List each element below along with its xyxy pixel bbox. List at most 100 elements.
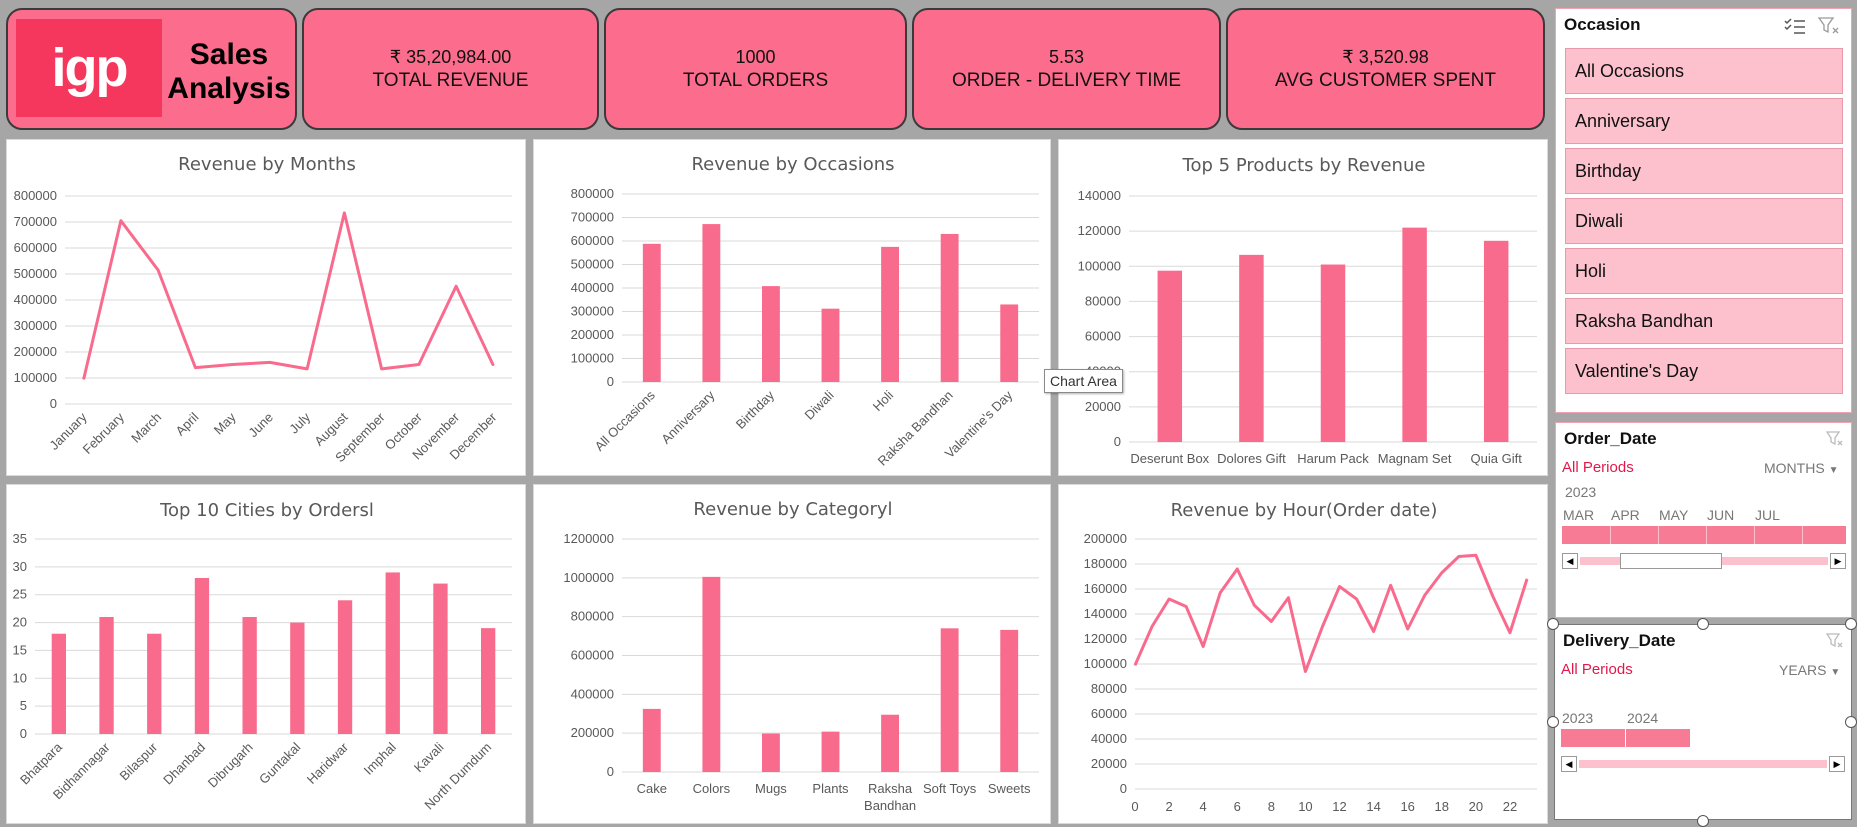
y-tick-label: 40000 [1091,731,1127,746]
delivery-date-scrollbar[interactable]: ◀ ▶ [1561,756,1845,772]
y-tick-label: 1200000 [563,531,614,546]
y-tick-label: 0 [607,374,614,389]
y-tick-label: 400000 [571,280,614,295]
title-line2: Analysis [167,72,291,105]
x-tick-label: Mugs [755,781,787,796]
scroll-left-arrow-icon[interactable]: ◀ [1562,553,1578,569]
bar [1483,240,1509,442]
delivery-year-bar-2023[interactable] [1561,729,1625,747]
delivery-date-level-dropdown[interactable]: YEARS ▼ [1779,662,1840,678]
scroll-left-arrow-icon[interactable]: ◀ [1561,756,1577,772]
data-point [1202,646,1204,647]
x-tick-label: February [80,409,128,457]
y-tick-label: 120000 [1078,223,1121,238]
scroll-right-arrow-icon[interactable]: ▶ [1830,553,1846,569]
occasion-item[interactable]: All Occasions [1565,48,1843,94]
bar [881,714,900,772]
occasion-item[interactable]: Holi [1565,248,1843,294]
y-tick-label: 200000 [14,344,57,359]
x-tick-label: 22 [1503,799,1517,814]
month-label: JUL [1755,507,1780,523]
order-date-bar[interactable] [1562,526,1846,544]
delivery-date-timeline[interactable]: Delivery_Date All Periods YEARS ▼ 2023 2… [1554,624,1852,820]
clear-filter-icon[interactable] [1825,431,1844,452]
occasion-item[interactable]: Raksha Bandhan [1565,298,1843,344]
y-tick-label: 5 [20,698,27,713]
scroll-track [1579,760,1827,768]
scroll-thumb[interactable] [1620,553,1722,569]
order-date-scrollbar[interactable]: ◀ ▶ [1562,553,1846,569]
bar [761,286,780,382]
bar [51,633,67,734]
x-tick-label: 20 [1469,799,1483,814]
multi-select-icon[interactable] [1784,17,1806,40]
order-date-level-dropdown[interactable]: MONTHS ▼ [1764,460,1838,476]
y-tick-label: 15 [13,642,27,657]
chart-top-cities[interactable]: Top 10 Cities by Ordersl 0 5 10 15 20 25 30 35 Bh… [6,484,526,824]
chevron-down-icon: ▼ [1828,465,1839,476]
bar [1000,629,1019,772]
y-tick-label: 140000 [1084,606,1127,621]
scroll-right-arrow-icon[interactable]: ▶ [1829,756,1845,772]
logo-text: igp [51,38,129,98]
y-tick-label: 80000 [1085,293,1121,308]
bar [702,224,721,382]
chart-revenue-by-months[interactable]: Revenue by Months 0 100000 200000 300000 4000… [6,139,526,476]
x-tick-label: Birthday [733,387,778,432]
data-point [194,367,196,369]
chart-revenue-by-occasions[interactable]: Revenue by Occasions 0 100000 200000 300000 4… [533,139,1051,476]
y-tick-label: 300000 [14,318,57,333]
x-tick-label: June [245,410,276,441]
occasion-item[interactable]: Valentine's Day [1565,348,1843,394]
bar [642,708,661,772]
x-tick-label: Guntakal [256,739,303,786]
order-date-period-label: All Periods [1562,459,1634,476]
resize-handle[interactable] [1547,618,1559,630]
y-tick-label: 400000 [571,686,614,701]
y-tick-label: 800000 [571,609,614,624]
data-point [1356,598,1358,600]
kpi-value: ₹ 35,20,984.00 [389,46,512,67]
resize-handle[interactable] [1845,618,1857,630]
occasion-item[interactable]: Diwali [1565,198,1843,244]
month-divider [1802,526,1803,544]
x-tick-label: 16 [1400,799,1414,814]
y-tick-label: 100000 [1084,656,1127,671]
title-line1: Sales [189,38,269,71]
chart-top-products[interactable]: Top 5 Products by Revenue020000400006000… [1058,139,1548,476]
revenue-by-hour-svg: Revenue by Hour(Order date)0200004000060… [1084,500,1537,814]
delivery-year-bar-2024[interactable] [1626,729,1690,747]
chart-revenue-by-category[interactable]: Revenue by Categoryl 0 200000 400000 600000 8… [533,484,1051,824]
occasion-item[interactable]: Birthday [1565,148,1843,194]
y-tick-label: 0 [20,726,27,741]
resize-handle[interactable] [1697,815,1709,827]
bar [433,583,448,734]
data-point [1270,621,1272,622]
bar [881,246,900,382]
bar [1239,254,1264,442]
resize-handle[interactable] [1547,716,1559,728]
y-tick-label: 500000 [571,257,614,272]
data-point [232,363,234,365]
data-point [492,365,494,367]
bar [242,617,257,734]
bar [1402,227,1427,442]
x-tick-label: Haridwar [304,739,352,787]
delivery-date-period-label: All Periods [1561,661,1633,678]
occasion-item[interactable]: Anniversary [1565,98,1843,144]
order-date-title: Order_Date [1564,429,1657,448]
resize-handle[interactable] [1697,618,1709,630]
clear-filter-icon[interactable] [1817,17,1840,40]
resize-handle[interactable] [1845,716,1857,728]
bar [99,617,114,734]
y-tick-label: 200000 [571,327,614,342]
bar [940,628,959,772]
data-point [1287,597,1289,599]
chart-revenue-by-hour[interactable]: Revenue by Hour(Order date) 0 20000 40000 60… [1058,484,1548,824]
bar [821,731,840,772]
month-label: MAR [1563,507,1595,523]
data-point [1441,572,1443,574]
order-date-timeline: Order_Date All Periods MONTHS ▼ 2023 MAR… [1555,422,1852,618]
clear-filter-icon[interactable] [1825,633,1844,654]
x-tick-label: 4 [1200,799,1207,814]
